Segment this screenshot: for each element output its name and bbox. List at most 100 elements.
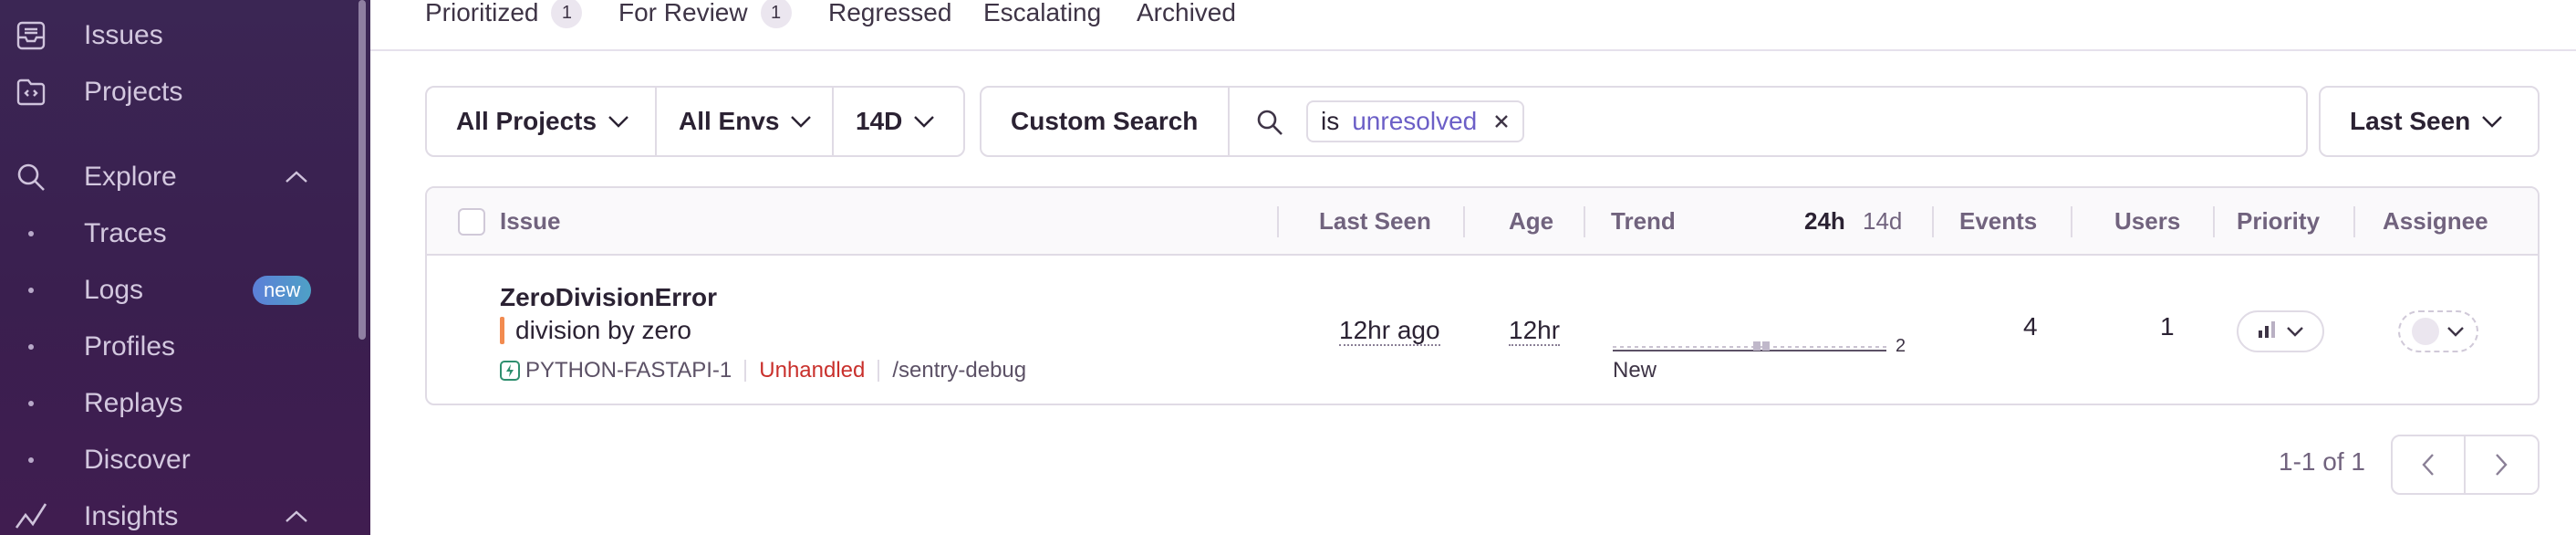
issue-culprit: /sentry-debug xyxy=(892,358,1027,383)
sidebar-item-issues[interactable]: Issues xyxy=(0,13,356,58)
sidebar-item-label: Logs xyxy=(84,275,144,305)
column-divider xyxy=(1932,206,1934,237)
level-indicator xyxy=(500,317,504,344)
search-input[interactable] xyxy=(1574,88,2295,155)
column-divider xyxy=(1584,206,1585,237)
users-count[interactable]: 1 xyxy=(2160,312,2175,341)
sidebar-item-label: Traces xyxy=(84,218,167,248)
date-range-filter-label: 14D xyxy=(856,107,903,135)
sort-button[interactable]: Last Seen xyxy=(2350,88,2503,155)
sidebar-item-label: Replays xyxy=(84,388,183,418)
sidebar-item-discover[interactable]: Discover xyxy=(0,437,356,483)
table-header: Issue Last Seen Age Trend 24h 14d Events… xyxy=(427,188,2538,256)
previous-page-button[interactable] xyxy=(2393,436,2464,493)
age-value: 12hr xyxy=(1509,316,1561,346)
custom-search-label: Custom Search xyxy=(1011,107,1199,135)
sidebar-item-profiles[interactable]: Profiles xyxy=(0,324,356,370)
tab-escalating[interactable]: Escalating xyxy=(983,0,1101,31)
tab-label: Regressed xyxy=(828,0,952,26)
tab-label: Prioritized xyxy=(425,0,539,26)
sidebar-item-logs[interactable]: Logs new xyxy=(0,268,356,313)
last-seen-value: 12hr ago xyxy=(1339,316,1440,346)
inbox-icon xyxy=(13,17,49,54)
filter-divider xyxy=(655,88,657,155)
header-age[interactable]: Age xyxy=(1509,188,1553,254)
assignee-dropdown[interactable] xyxy=(2398,310,2478,352)
chevron-up-icon[interactable] xyxy=(283,163,310,191)
meta-divider xyxy=(878,360,880,382)
trend-14d-toggle[interactable]: 14d xyxy=(1863,188,1902,254)
bullet-icon xyxy=(28,231,34,236)
sidebar-section-explore[interactable]: Explore xyxy=(0,154,356,200)
chevron-down-icon xyxy=(608,116,628,128)
priority-bars-icon xyxy=(2257,320,2277,344)
header-events[interactable]: Events xyxy=(1959,188,2037,254)
column-divider xyxy=(1463,206,1465,237)
new-badge: new xyxy=(253,276,312,305)
filter-divider xyxy=(1228,88,1230,155)
sidebar-item-traces[interactable]: Traces xyxy=(0,211,356,257)
table-row[interactable]: ZeroDivisionError division by zero PYTHO… xyxy=(427,256,2538,404)
avatar xyxy=(2412,318,2439,345)
meta-divider xyxy=(744,360,747,382)
next-page-button[interactable] xyxy=(2466,436,2537,493)
issue-title[interactable]: ZeroDivisionError xyxy=(500,283,717,312)
sidebar-section-insights[interactable]: Insights xyxy=(0,494,356,535)
search-token-value[interactable]: unresolved xyxy=(1352,107,1477,136)
sidebar-scrollbar[interactable] xyxy=(358,0,366,340)
header-assignee: Assignee xyxy=(2383,206,2488,235)
bullet-icon xyxy=(28,344,34,350)
header-priority[interactable]: Priority xyxy=(2237,188,2320,254)
sidebar-item-label: Profiles xyxy=(84,331,176,362)
tab-prioritized[interactable]: Prioritized 1 xyxy=(425,0,583,31)
priority-dropdown[interactable] xyxy=(2237,310,2324,352)
header-last-seen[interactable]: Last Seen xyxy=(1319,188,1431,254)
issue-message: division by zero xyxy=(500,316,691,345)
chevron-down-icon xyxy=(914,116,935,128)
issue-message-text: division by zero xyxy=(515,316,691,344)
sidebar-item-label: Issues xyxy=(84,20,163,50)
search-icon xyxy=(1255,108,1284,142)
chevron-down-icon xyxy=(2447,327,2464,337)
chevron-down-icon xyxy=(2482,116,2503,128)
select-all-checkbox[interactable] xyxy=(458,208,485,236)
issue-short-id[interactable]: PYTHON-FASTAPI-1 xyxy=(525,358,732,383)
column-divider xyxy=(2213,206,2215,237)
sidebar-section-label: Explore xyxy=(84,162,177,192)
header-trend: Trend xyxy=(1611,206,1676,235)
sidebar-item-replays[interactable]: Replays xyxy=(0,381,356,426)
main-content: Prioritized 1 For Review 1 Regressed Esc… xyxy=(370,0,2576,535)
search-token[interactable]: is unresolved xyxy=(1306,100,1525,142)
header-issue: Issue xyxy=(500,206,561,235)
chevron-left-icon xyxy=(2422,454,2434,476)
date-range-filter-button[interactable]: 14D xyxy=(856,88,935,155)
close-icon[interactable] xyxy=(1493,107,1510,136)
chevron-up-icon[interactable] xyxy=(283,503,310,530)
tab-for-review[interactable]: For Review 1 xyxy=(618,0,792,31)
sidebar-item-projects[interactable]: Projects xyxy=(0,69,356,115)
environment-filter-button[interactable]: All Envs xyxy=(679,88,812,155)
search-icon xyxy=(13,159,49,195)
custom-search-button[interactable]: Custom Search xyxy=(1011,88,1198,155)
project-filter-label: All Projects xyxy=(456,107,597,135)
sort-label: Last Seen xyxy=(2350,107,2471,135)
events-count[interactable]: 4 xyxy=(2023,312,2038,341)
header-users[interactable]: Users xyxy=(2114,188,2180,254)
sort-dropdown[interactable]: Last Seen xyxy=(2319,86,2540,157)
project-platform-icon xyxy=(500,361,520,381)
tab-regressed[interactable]: Regressed xyxy=(828,0,951,31)
trend-24h-toggle[interactable]: 24h xyxy=(1804,188,1845,254)
bullet-icon xyxy=(28,401,34,406)
tab-label: Escalating xyxy=(983,0,1102,26)
bullet-icon xyxy=(28,288,34,293)
issue-search-bar: Custom Search is unresolved xyxy=(980,86,2308,157)
tab-archived[interactable]: Archived xyxy=(1137,0,1236,31)
project-filter-button[interactable]: All Projects xyxy=(456,88,629,155)
chevron-right-icon xyxy=(2496,454,2508,476)
code-folder-icon xyxy=(13,74,49,110)
column-divider xyxy=(2353,206,2355,237)
age-text: 12hr xyxy=(1509,316,1561,346)
line-chart-icon xyxy=(13,498,49,535)
environment-filter-label: All Envs xyxy=(679,107,780,135)
sidebar: Issues Projects Explore Traces Logs new … xyxy=(0,0,370,535)
